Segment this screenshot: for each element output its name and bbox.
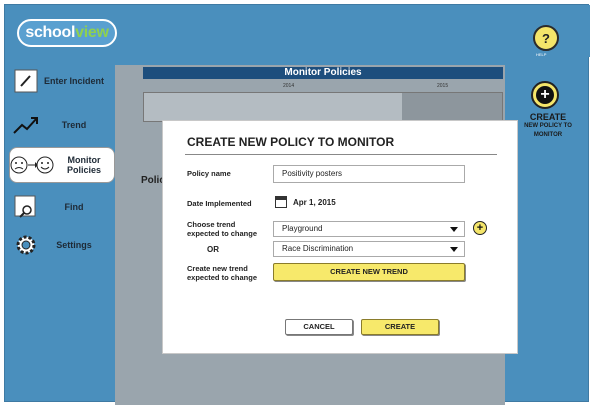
policy-name-input[interactable]: Positivity posters <box>273 165 465 183</box>
calendar-icon[interactable] <box>275 196 287 208</box>
year-label: 2014 <box>283 83 295 89</box>
logo-school-text: school <box>25 24 76 41</box>
plus-icon: + <box>536 86 554 104</box>
pencil-icon <box>11 66 41 96</box>
gear-icon <box>11 230 41 260</box>
or-label: OR <box>207 245 219 254</box>
top-bar: school view ? HELP <box>5 5 590 57</box>
logo-view-text: view <box>75 24 109 41</box>
create-trend-label: Create new trend expected to change <box>187 264 258 282</box>
search-icon <box>11 192 41 222</box>
sidebar: Enter Incident Trend Monitor Policies Fi… <box>5 57 115 403</box>
create-label: CREATE <box>529 112 567 122</box>
timeline-highlight <box>402 93 502 121</box>
help-button[interactable]: ? <box>533 25 559 51</box>
year-label: 2015 <box>437 83 449 89</box>
dialog-title: CREATE NEW POLICY TO MONITOR <box>187 135 395 149</box>
cancel-button[interactable]: CANCEL <box>285 319 353 335</box>
trend2-select-value: Race Discrimination <box>282 244 354 253</box>
date-label: Date Implemented <box>187 199 252 208</box>
sidebar-item-label: Settings <box>56 240 92 250</box>
policy-name-label: Policy name <box>187 169 231 178</box>
trend2-select[interactable]: Race Discrimination <box>273 241 465 257</box>
create-new-trend-button[interactable]: CREATE NEW TREND <box>273 263 465 281</box>
sidebar-item-enter-incident[interactable]: Enter Incident <box>11 63 107 99</box>
chevron-down-icon <box>450 247 458 252</box>
schoolview-logo[interactable]: school view <box>17 19 117 47</box>
sidebar-item-settings[interactable]: Settings <box>11 227 107 263</box>
sidebar-item-trend[interactable]: Trend <box>11 107 107 143</box>
create-button[interactable]: CREATE <box>361 319 439 335</box>
timeline-grid <box>143 92 503 122</box>
trend-label: Choose trend expected to change <box>187 220 258 238</box>
year-header: 2014 2015 <box>143 81 503 91</box>
sidebar-item-label: Monitor Policies <box>66 155 102 175</box>
help-icon: ? <box>542 30 550 46</box>
sidebar-item-label: Find <box>64 202 84 212</box>
trend-icon <box>11 110 41 140</box>
trend-select[interactable]: Playground <box>273 221 465 237</box>
sidebar-item-label: Trend <box>61 120 87 130</box>
create-policy-dialog: CREATE NEW POLICY TO MONITOR Policy name… <box>162 120 518 354</box>
add-trend-button[interactable]: + <box>473 221 487 235</box>
create-sublabel: NEW POLICY TO MONITOR <box>524 123 572 138</box>
trend-select-value: Playground <box>282 224 323 233</box>
create-policy-label: CREATE NEW POLICY TO MONITOR <box>511 113 585 140</box>
sidebar-item-label: Enter Incident <box>43 76 104 86</box>
date-value[interactable]: Apr 1, 2015 <box>293 198 336 207</box>
create-policy-button[interactable]: + <box>531 81 559 109</box>
face-icon <box>10 150 54 180</box>
page-title: Monitor Policies <box>143 67 503 79</box>
chevron-down-icon <box>450 227 458 232</box>
divider <box>185 154 497 155</box>
sidebar-item-monitor-policies[interactable]: Monitor Policies <box>9 147 115 183</box>
sidebar-item-find[interactable]: Find <box>11 189 107 225</box>
